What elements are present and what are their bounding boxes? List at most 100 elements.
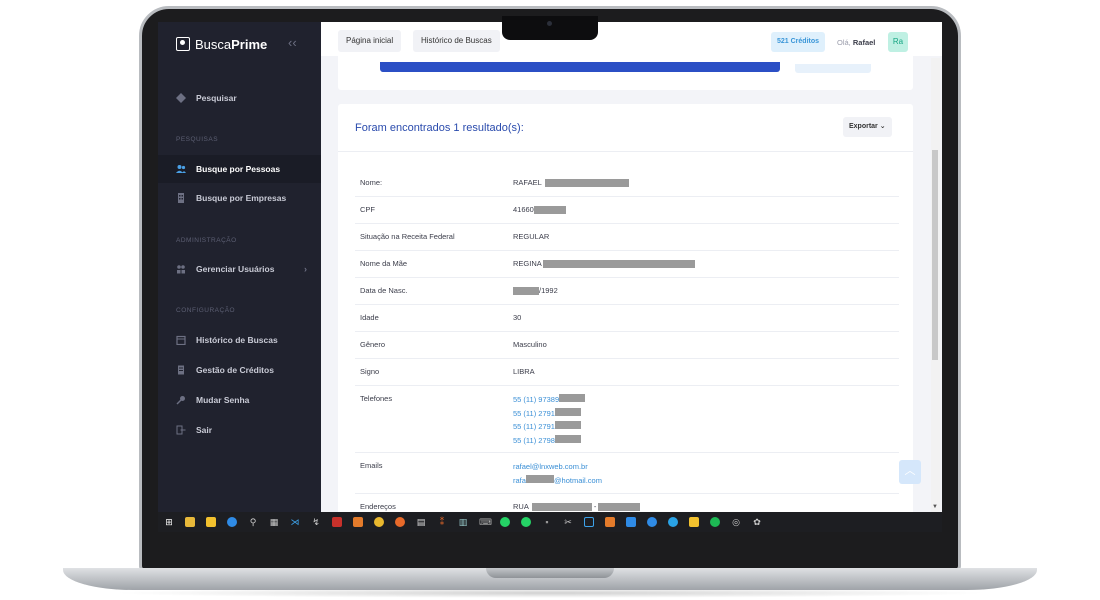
sidebar-item-sair[interactable]: Sair	[158, 416, 321, 444]
terminal-icon[interactable]: ⌨	[479, 517, 492, 527]
scrollbar-thumb[interactable]	[932, 150, 938, 360]
tool-icon[interactable]: ↯	[311, 517, 321, 527]
vscode-icon[interactable]: ⋊	[290, 517, 300, 527]
export-button[interactable]: Exportar ⌄	[843, 117, 892, 137]
photoshop-icon[interactable]	[584, 517, 594, 527]
document-icon[interactable]: ▥	[458, 517, 468, 527]
email-item[interactable]: rafa @hotmail.com	[513, 474, 602, 488]
firefox-icon[interactable]	[395, 517, 405, 527]
clear-button[interactable]	[795, 64, 871, 73]
sidebar-item-gestao-creditos[interactable]: Gestão de Créditos	[158, 356, 321, 384]
sticky-notes-icon[interactable]	[689, 517, 699, 527]
row-label: Data de Nasc.	[360, 286, 408, 295]
credits-badge[interactable]: 521 Créditos	[771, 32, 826, 52]
app-orange-icon[interactable]	[353, 517, 363, 527]
whatsapp-business-icon[interactable]	[521, 517, 531, 527]
user-name: Rafael	[852, 38, 876, 47]
windows-start-icon[interactable]: ⊞	[164, 517, 174, 527]
section-label-configuracao: CONFIGURAÇÃO	[176, 307, 236, 314]
snip-icon[interactable]: ✂	[563, 517, 573, 527]
collapse-sidebar-icon[interactable]: ‹‹	[288, 35, 297, 50]
redaction-block	[525, 474, 554, 483]
app-gray-icon[interactable]: ▪	[542, 517, 552, 527]
phone-list: 55 (11) 97389 55 (11) 2791 55 (11) 2791 …	[513, 393, 586, 448]
scroll-down-arrow-icon[interactable]: ▼	[932, 504, 938, 510]
table-row: Idade 30	[355, 304, 899, 332]
folder-icon[interactable]	[206, 517, 216, 527]
app-blue-icon[interactable]	[626, 517, 636, 527]
chrome-icon[interactable]	[374, 517, 384, 527]
results-title: Foram encontrados 1 resultado(s):	[355, 122, 524, 134]
row-value: /1992	[513, 286, 558, 295]
notepad-icon[interactable]: ▤	[416, 517, 426, 527]
sidebar-item-busque-empresas[interactable]: Busque por Empresas	[158, 184, 321, 212]
row-label: Situação na Receita Federal	[360, 232, 455, 241]
row-label: Signo	[360, 367, 380, 376]
settings-icon[interactable]: ✿	[752, 517, 762, 527]
redaction-block	[598, 502, 641, 511]
sidebar-item-label: Pesquisar	[196, 93, 237, 103]
sidebar-item-pesquisar[interactable]: Pesquisar	[158, 84, 321, 112]
diamond-icon	[176, 93, 186, 103]
receipt-icon	[178, 365, 184, 375]
row-label: Emails	[360, 461, 383, 470]
phone-item[interactable]: 55 (11) 2791	[513, 420, 585, 434]
camera-icon	[547, 21, 552, 26]
brand-logo[interactable]: BuscaPrime	[176, 34, 267, 54]
scroll-to-top-button[interactable]: ︿	[899, 460, 921, 484]
row-label: Idade	[360, 313, 379, 322]
table-row: Signo LIBRA	[355, 358, 899, 386]
email-item[interactable]: rafael@lnxweb.com.br	[513, 460, 602, 474]
taskbar: ⊞ ⚲ ▦ ⋊ ↯ ▤ ⁑ ▥ ⌨ ▪ ✂ ◎ ✿	[158, 512, 942, 532]
calculator-icon[interactable]: ▦	[269, 517, 279, 527]
sidebar-item-historico[interactable]: Histórico de Buscas	[158, 326, 321, 354]
row-label: Gênero	[360, 340, 386, 349]
sidebar-item-label: Sair	[196, 425, 213, 435]
tab-historico-buscas[interactable]: Histórico de Buscas	[413, 30, 500, 52]
table-row: Telefones 55 (11) 97389 55 (11) 2791 55 …	[355, 385, 899, 453]
logo-icon	[176, 37, 190, 51]
illustrator-icon[interactable]	[605, 517, 615, 527]
redaction-block	[513, 286, 539, 295]
avatar[interactable]: Ra	[888, 32, 908, 52]
filezilla-icon[interactable]	[332, 517, 342, 527]
divider	[338, 151, 913, 152]
row-value: 30	[513, 313, 522, 322]
sidebar-item-label: Mudar Senha	[196, 395, 250, 405]
telegram-icon[interactable]	[668, 517, 678, 527]
greeting: Olá, Rafael	[837, 38, 876, 47]
building-icon	[178, 193, 184, 203]
camera-notch	[502, 16, 598, 40]
phone-item[interactable]: 55 (11) 97389	[513, 393, 586, 407]
sidebar: BuscaPrime ‹‹ Pesquisar PESQUISAS Busque…	[158, 22, 321, 512]
sidebar-item-gerenciar-usuarios[interactable]: Gerenciar Usuários ›	[158, 255, 321, 283]
row-label: Nome da Mãe	[360, 259, 408, 268]
whatsapp-icon[interactable]	[500, 517, 510, 527]
spotify-icon[interactable]	[710, 517, 720, 527]
app-icon[interactable]: ⁑	[437, 517, 447, 527]
section-label-pesquisas: PESQUISAS	[176, 136, 219, 143]
redaction-block	[554, 434, 581, 443]
row-value: REGINA	[513, 259, 695, 268]
scrollbar[interactable]: ▼	[931, 58, 940, 512]
redaction-block	[531, 502, 592, 511]
browser-icon[interactable]	[647, 517, 657, 527]
email-list: rafael@lnxweb.com.br rafa @hotmail.com	[513, 460, 602, 487]
sidebar-item-label: Histórico de Buscas	[196, 335, 278, 345]
github-icon[interactable]: ◎	[731, 517, 741, 527]
phone-item[interactable]: 55 (11) 2791	[513, 407, 585, 421]
user-group-icon	[177, 265, 185, 274]
logout-icon	[176, 425, 186, 435]
file-explorer-icon[interactable]	[185, 517, 195, 527]
sidebar-item-label: Gestão de Créditos	[196, 365, 274, 375]
sidebar-item-busque-pessoas[interactable]: Busque por Pessoas	[158, 155, 321, 183]
row-value: RAFAEL	[513, 178, 629, 187]
sidebar-item-label: Gerenciar Usuários	[196, 264, 275, 274]
sidebar-item-mudar-senha[interactable]: Mudar Senha	[158, 386, 321, 414]
search-button[interactable]	[380, 62, 780, 72]
network-icon[interactable]: ⚲	[248, 517, 258, 527]
edge-icon[interactable]	[227, 517, 237, 527]
tab-pagina-inicial[interactable]: Página inicial	[338, 30, 402, 52]
table-row: Nome: RAFAEL	[355, 169, 899, 197]
phone-item[interactable]: 55 (11) 2798	[513, 434, 585, 448]
